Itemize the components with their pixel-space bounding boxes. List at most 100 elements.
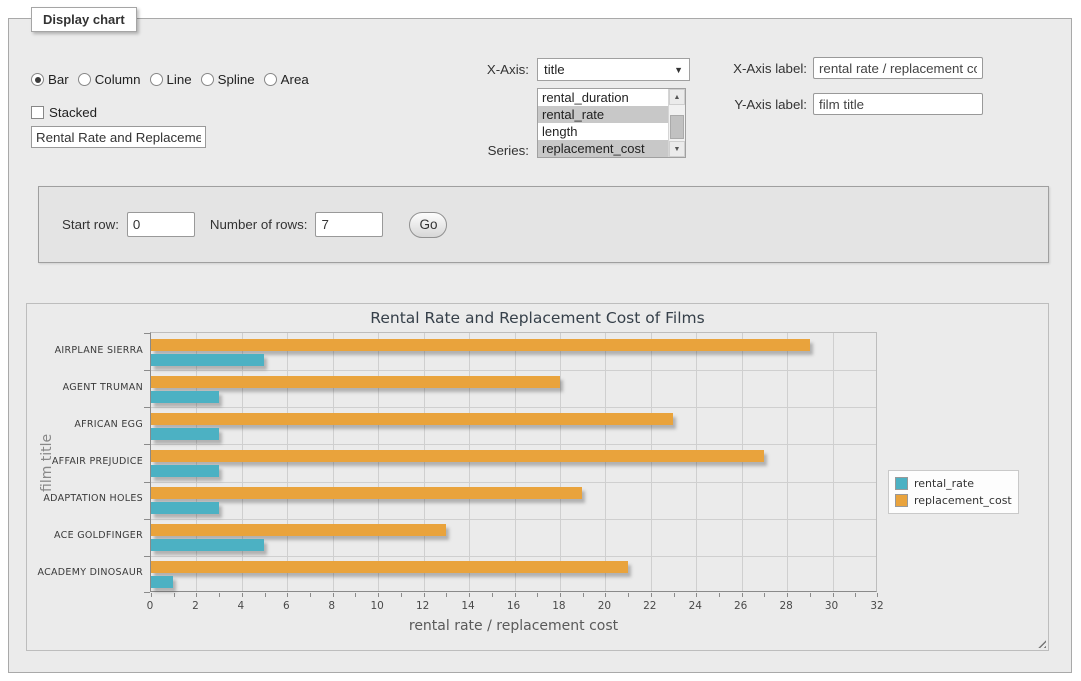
- x-tick-mark: [401, 593, 402, 597]
- gridline-vertical: [469, 333, 470, 591]
- gridline-horizontal: [151, 407, 876, 408]
- chart-title: Rental Rate and Replacement Cost of Film…: [27, 309, 1048, 327]
- x-tick-mark: [764, 593, 765, 597]
- x-tick-mark: [605, 593, 606, 597]
- bar-rental_rate: [151, 576, 173, 588]
- series-option-replacement_cost[interactable]: replacement_cost: [538, 140, 668, 157]
- gridline-horizontal: [151, 519, 876, 520]
- chart-type-option-column: Column: [78, 72, 141, 87]
- radio-line[interactable]: [150, 73, 163, 86]
- radio-bar[interactable]: [31, 73, 44, 86]
- radio-column[interactable]: [78, 73, 91, 86]
- bar-replacement_cost: [151, 561, 628, 573]
- radio-label: Bar: [48, 72, 69, 87]
- chart-title-input[interactable]: [31, 126, 206, 148]
- x-tick-mark: [537, 593, 538, 597]
- x-tick-mark: [469, 593, 470, 597]
- gridline-vertical: [515, 333, 516, 591]
- chart-container: Rental Rate and Replacement Cost of Film…: [26, 303, 1049, 651]
- bar-rental_rate: [151, 391, 219, 403]
- x-tick-label: 28: [766, 600, 806, 612]
- legend-label: replacement_cost: [914, 494, 1012, 507]
- x-tick-label: 22: [630, 600, 670, 612]
- gridline-horizontal: [151, 370, 876, 371]
- x-tick-label: 10: [357, 600, 397, 612]
- go-button[interactable]: Go: [409, 212, 447, 238]
- y-axis-title: film title: [39, 434, 55, 492]
- series-option-rental_rate[interactable]: rental_rate: [538, 106, 668, 123]
- y-tick-mark: [144, 482, 150, 483]
- y-tick-mark: [144, 444, 150, 445]
- x-tick-mark: [310, 593, 311, 597]
- x-tick-mark: [674, 593, 675, 597]
- x-axis-label-input[interactable]: [813, 57, 983, 79]
- stacked-checkbox[interactable]: [31, 106, 44, 119]
- chart-type-option-area: Area: [264, 72, 309, 87]
- series-option-rental_duration[interactable]: rental_duration: [538, 89, 668, 106]
- x-tick-label: 18: [539, 600, 579, 612]
- x-tick-mark: [833, 593, 834, 597]
- gridline-vertical: [787, 333, 788, 591]
- legend-item: replacement_cost: [895, 492, 1012, 509]
- num-rows-label: Number of rows:: [210, 217, 308, 232]
- y-axis-label-input[interactable]: [813, 93, 983, 115]
- gridline-vertical: [242, 333, 243, 591]
- legend: rental_rate replacement_cost: [888, 470, 1019, 514]
- x-tick-mark: [151, 593, 152, 597]
- x-tick-label: 20: [584, 600, 624, 612]
- bar-replacement_cost: [151, 339, 810, 351]
- x-tick-mark: [424, 593, 425, 597]
- legend-label: rental_rate: [914, 477, 974, 490]
- scrollbar-thumb[interactable]: [670, 115, 684, 139]
- x-tick-label: 6: [266, 600, 306, 612]
- scroll-up-icon[interactable]: ▲: [669, 89, 685, 105]
- x-tick-mark: [560, 593, 561, 597]
- num-rows-input[interactable]: [315, 212, 383, 237]
- x-tick-label: 30: [812, 600, 852, 612]
- radio-area[interactable]: [264, 73, 277, 86]
- bar-rental_rate: [151, 502, 219, 514]
- x-tick-mark: [446, 593, 447, 597]
- radio-label: Spline: [218, 72, 255, 87]
- x-tick-mark: [877, 593, 878, 597]
- x-tick-label: 8: [312, 600, 352, 612]
- resize-grip-icon[interactable]: [1035, 637, 1046, 648]
- chart-type-option-bar: Bar: [31, 72, 69, 87]
- x-tick-label: 4: [221, 600, 261, 612]
- gridline-vertical: [378, 333, 379, 591]
- listbox-scrollbar[interactable]: ▲ ▼: [668, 89, 685, 157]
- series-option-length[interactable]: length: [538, 123, 668, 140]
- plot-area: [150, 332, 877, 592]
- start-row-label: Start row:: [62, 217, 119, 232]
- bar-rental_rate: [151, 539, 264, 551]
- start-row-input[interactable]: [127, 212, 195, 237]
- category-label: ACE GOLDFINGER: [29, 530, 143, 541]
- bar-replacement_cost: [151, 524, 446, 536]
- panel-title: Display chart: [31, 7, 137, 32]
- y-tick-mark: [144, 407, 150, 408]
- stacked-checkbox-row: Stacked: [31, 105, 97, 120]
- x-tick-mark: [242, 593, 243, 597]
- gridline-vertical: [696, 333, 697, 591]
- chart-type-option-spline: Spline: [201, 72, 255, 87]
- x-tick-label: 32: [857, 600, 897, 612]
- x-tick-mark: [492, 593, 493, 597]
- x-axis-label-label: X-Axis label:: [707, 61, 807, 76]
- series-listbox[interactable]: rental_durationrental_ratelengthreplacem…: [537, 88, 686, 158]
- x-tick-label: 26: [721, 600, 761, 612]
- x-tick-mark: [583, 593, 584, 597]
- x-tick-mark: [333, 593, 334, 597]
- x-axis-selected-value: title: [544, 62, 674, 77]
- gridline-horizontal: [151, 444, 876, 445]
- x-tick-mark: [219, 593, 220, 597]
- scroll-down-icon[interactable]: ▼: [669, 141, 685, 157]
- category-label: AIRPLANE SIERRA: [29, 345, 143, 356]
- x-tick-label: 16: [494, 600, 534, 612]
- x-tick-mark: [810, 593, 811, 597]
- gridline-vertical: [833, 333, 834, 591]
- gridline-horizontal: [151, 482, 876, 483]
- legend-swatch-icon: [895, 477, 908, 490]
- x-axis-select[interactable]: title ▼: [537, 58, 690, 81]
- radio-spline[interactable]: [201, 73, 214, 86]
- x-tick-mark: [355, 593, 356, 597]
